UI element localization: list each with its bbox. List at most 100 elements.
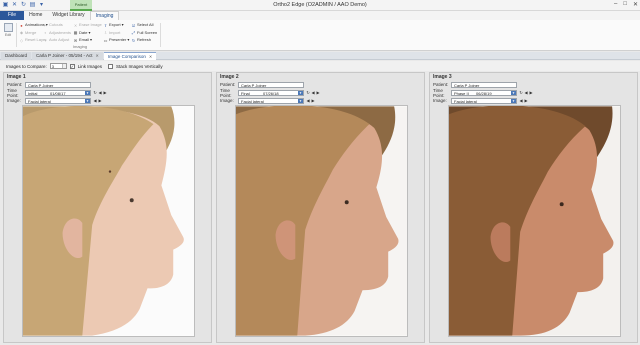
facial-lateral-photo (449, 106, 620, 336)
tab-file[interactable]: File (0, 11, 25, 20)
prev-icon[interactable]: ◀ (98, 90, 102, 95)
image-select[interactable]: Facial lateral ▾ (451, 97, 517, 104)
chevron-down-icon[interactable]: ▾ (511, 98, 516, 103)
erase-image-button[interactable]: ✕ Erase Image (73, 22, 102, 29)
calendar-icon: ▦ (73, 30, 78, 36)
spin-icon[interactable] (61, 64, 66, 68)
tab-imaging[interactable]: Imaging (89, 11, 120, 20)
prev-icon[interactable]: ◀ (519, 98, 523, 103)
full-screen-button[interactable]: ⤢ Full Screen (131, 30, 157, 37)
full-screen-icon: ⤢ (131, 30, 136, 36)
stack-vertically-checkbox[interactable] (108, 63, 114, 69)
minimize-icon[interactable]: – (614, 1, 617, 8)
stack-vertically-label: Stack Images Vertically (116, 63, 163, 69)
import-button[interactable]: ⇩ Import (103, 30, 129, 37)
erase-icon: ✕ (73, 22, 78, 28)
chevron-down-icon[interactable]: ▾ (85, 98, 90, 103)
patient-field[interactable]: Carla P Joiner (25, 81, 91, 88)
reload-icon[interactable]: ↻ (519, 90, 523, 95)
close-icon[interactable]: ✕ (633, 1, 638, 8)
export-button[interactable]: ⇪ Export ▾ (103, 22, 129, 29)
tab-home[interactable]: Home (24, 11, 47, 20)
refresh-button[interactable]: ↻ Refresh (131, 37, 157, 44)
patient-field[interactable]: Carla P Joiner (451, 81, 517, 88)
edit-button[interactable]: Edit (3, 23, 13, 43)
cutouts-button[interactable]: ✂ Cutouts (43, 22, 71, 29)
ribbon-col-2: ✂ Cutouts ◐ Adjustments ✦ Auto Adjust (43, 22, 71, 44)
close-tab-icon[interactable]: ✕ (95, 52, 98, 60)
chevron-down-icon[interactable]: ▾ (85, 90, 90, 95)
import-icon: ⇩ (103, 30, 108, 36)
time-point-nav: ↻ ◀ ▶ (306, 90, 320, 95)
doc-tab-dashboard[interactable]: Dashboard (1, 52, 32, 60)
image-select[interactable]: Facial lateral ▾ (238, 97, 304, 104)
email-icon: ✉ (73, 37, 78, 43)
prev-icon[interactable]: ◀ (306, 98, 310, 103)
doc-tab-image-comparison[interactable]: Image Comparison ✕ (103, 52, 157, 61)
time-point-select[interactable]: Initial 01/08/17 ▾ (25, 89, 91, 96)
reload-icon[interactable]: ↻ (93, 90, 97, 95)
image-row: Image: Facial lateral ▾ ◀ ▶ (220, 97, 315, 104)
ribbon-col-4: ⇪ Export ▾ ⇩ Import ▭ Presenter ▾ (103, 22, 130, 44)
ribbon-separator (16, 23, 17, 47)
image-row: Image: Facial lateral ▾ ◀ ▶ (433, 97, 528, 104)
ribbon-col-3: ✕ Erase Image ▦ Date ▾ ✉ Email ▾ (73, 22, 102, 44)
cutouts-icon: ✂ (43, 22, 48, 28)
close-tab-icon[interactable]: ✕ (149, 53, 152, 61)
chevron-down-icon[interactable]: ▾ (298, 98, 303, 103)
time-point-row: Time Point: Final 07/26/18 ▾ ↻ ◀ ▶ (220, 87, 320, 98)
select-all-button[interactable]: ☑ Select All (131, 22, 157, 29)
patient-photo[interactable] (22, 105, 195, 337)
chevron-down-icon[interactable]: ▾ (511, 90, 516, 95)
next-icon[interactable]: ▶ (316, 90, 320, 95)
adjustments-button[interactable]: ◐ Adjustments (43, 30, 71, 37)
document-tabs: Dashboard Carla P Joiner - 05/194 - Act ✕… (0, 52, 640, 60)
animations-icon: ● (20, 22, 23, 28)
panel-heading: Image 1 (7, 74, 26, 80)
facial-lateral-photo (236, 106, 407, 336)
date-button[interactable]: ▦ Date ▾ (73, 30, 102, 37)
time-point-select[interactable]: Phase II 06/28/19 ▾ (451, 89, 517, 96)
maximize-icon[interactable]: □ (623, 1, 627, 8)
next-icon[interactable]: ▶ (103, 90, 107, 95)
prev-icon[interactable]: ◀ (524, 90, 528, 95)
tab-widget-library[interactable]: Widget Library (47, 11, 89, 20)
patient-photo[interactable] (448, 105, 621, 337)
next-icon[interactable]: ▶ (529, 90, 533, 95)
next-icon[interactable]: ▶ (524, 98, 528, 103)
doc-tab-patient[interactable]: Carla P Joiner - 05/194 - Act ✕ (32, 52, 103, 60)
patient-field[interactable]: Carla P Joiner (238, 81, 304, 88)
facial-lateral-photo (23, 106, 194, 336)
link-images-label: Link Images (77, 63, 103, 69)
images-to-compare-stepper[interactable]: 3 (49, 63, 67, 69)
prev-icon[interactable]: ◀ (93, 98, 97, 103)
chevron-down-icon[interactable]: ▾ (298, 90, 303, 95)
window-controls: – □ ✕ (614, 1, 638, 8)
time-point-select[interactable]: Final 07/26/18 ▾ (238, 89, 304, 96)
time-point-nav: ↻ ◀ ▶ (519, 90, 533, 95)
time-point-row: Time Point: Initial 01/08/17 ▾ ↻ ◀ ▶ (7, 87, 107, 98)
next-icon[interactable]: ▶ (98, 98, 102, 103)
image-panel-1: Image 1 Patient: Carla P Joiner Time Poi… (3, 72, 212, 343)
export-icon: ⇪ (103, 22, 108, 28)
auto-adjust-button[interactable]: ✦ Auto Adjust (43, 37, 71, 44)
image-row: Image: Facial lateral ▾ ◀ ▶ (7, 97, 102, 104)
image-panel-2: Image 2 Patient: Carla P Joiner Time Poi… (216, 72, 425, 343)
ribbon-tabs: File Home Widget Library Imaging (0, 11, 640, 20)
image-nav: ◀ ▶ (519, 98, 528, 103)
patient-photo[interactable] (235, 105, 408, 337)
reload-icon[interactable]: ↻ (306, 90, 310, 95)
image-select[interactable]: Facial lateral ▾ (25, 97, 91, 104)
email-button[interactable]: ✉ Email ▾ (73, 37, 102, 44)
presenter-icon: ▭ (103, 37, 108, 43)
ribbon-col-5: ☑ Select All ⤢ Full Screen ↻ Refresh (131, 22, 158, 44)
link-images-checkbox[interactable]: ✓ (69, 63, 75, 69)
window-title: Ortho2 Edge (O2ADMIN / AAO Demo) (273, 2, 367, 8)
refresh-icon: ↻ (131, 37, 136, 43)
prev-icon[interactable]: ◀ (311, 90, 315, 95)
next-icon[interactable]: ▶ (311, 98, 315, 103)
ribbon-group-label: Imaging (72, 44, 88, 49)
select-all-icon: ☑ (131, 22, 136, 28)
presenter-button[interactable]: ▭ Presenter ▾ (103, 37, 130, 44)
images-to-compare-label: Images to Compare: (6, 63, 47, 69)
